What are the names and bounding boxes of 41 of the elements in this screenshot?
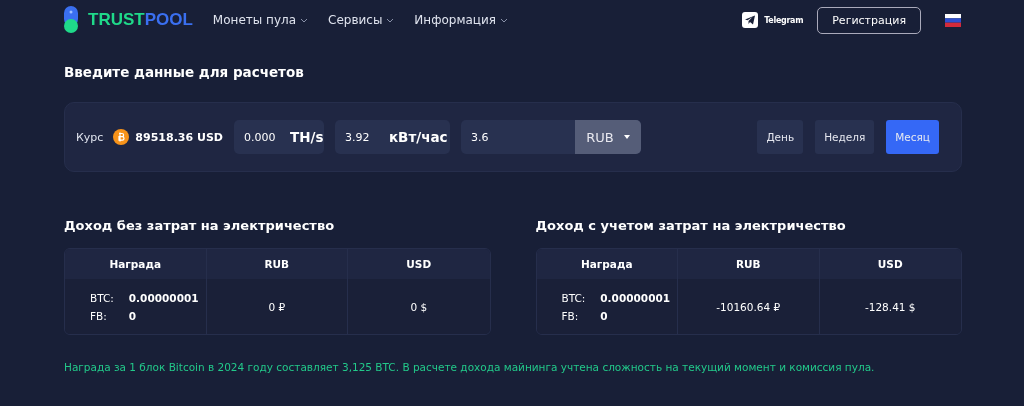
- nav-menu[interactable]: Информация: [414, 13, 508, 27]
- fb-value: 0: [128, 309, 138, 322]
- period-button[interactable]: Неделя: [815, 120, 875, 154]
- nav-menu[interactable]: Сервисы: [328, 13, 395, 27]
- btc-label: BTC:: [561, 291, 587, 304]
- period-button[interactable]: День: [757, 120, 804, 154]
- column-header: Награда: [65, 249, 207, 279]
- column-header: RUB: [678, 249, 820, 279]
- chevron-down-icon: [500, 17, 508, 23]
- table-title: Доход с учетом затрат на электричество: [535, 218, 847, 233]
- btc-value: 0.00000001: [128, 291, 200, 304]
- register-button[interactable]: Регистрация: [817, 6, 921, 34]
- currency-select[interactable]: RUB: [574, 120, 641, 154]
- section-title: Введите данные для расчетов: [64, 64, 305, 80]
- bitcoin-icon: [113, 129, 130, 145]
- hashrate-field[interactable]: 0.000 TH/s: [233, 120, 324, 154]
- fb-value: 0: [600, 309, 609, 322]
- column-header: Награда: [536, 249, 678, 279]
- logo-wordmark[interactable]: TRUSTPOOL: [88, 10, 193, 30]
- rate-label: Курс: [76, 130, 104, 144]
- power-field[interactable]: 3.92 кВт/час: [334, 120, 450, 154]
- fb-label: FB:: [90, 309, 108, 322]
- note-text: Награда за 1 блок Bitcoin в 2024 году составляет 3,125 BTC. В расчете дохода майнинга учтена сложность на текущий момент и комиссия пула.: [64, 361, 876, 373]
- chevron-down-icon: [300, 17, 309, 23]
- column-header: USD: [819, 249, 961, 279]
- caret-icon: [623, 135, 630, 139]
- logo-icon: [64, 6, 78, 34]
- btc-label: BTC:: [90, 291, 115, 304]
- telegram-link[interactable]: Telegram: [764, 15, 804, 25]
- column-header: RUB: [206, 249, 348, 279]
- chevron-down-icon: [386, 17, 395, 23]
- rate-value: 89518.36 USD: [135, 130, 223, 144]
- period-button[interactable]: Месяц: [886, 120, 939, 154]
- price-field[interactable]: 3.6: [460, 130, 575, 144]
- column-header: USD: [348, 249, 490, 279]
- telegram-icon[interactable]: [742, 12, 759, 28]
- flag-icon[interactable]: [945, 13, 961, 27]
- btc-value: 0.00000001: [600, 291, 672, 304]
- nav-menu[interactable]: Монеты пула: [212, 13, 309, 27]
- table-title: Доход без затрат на электричество: [64, 218, 336, 233]
- fb-label: FB:: [561, 309, 580, 322]
